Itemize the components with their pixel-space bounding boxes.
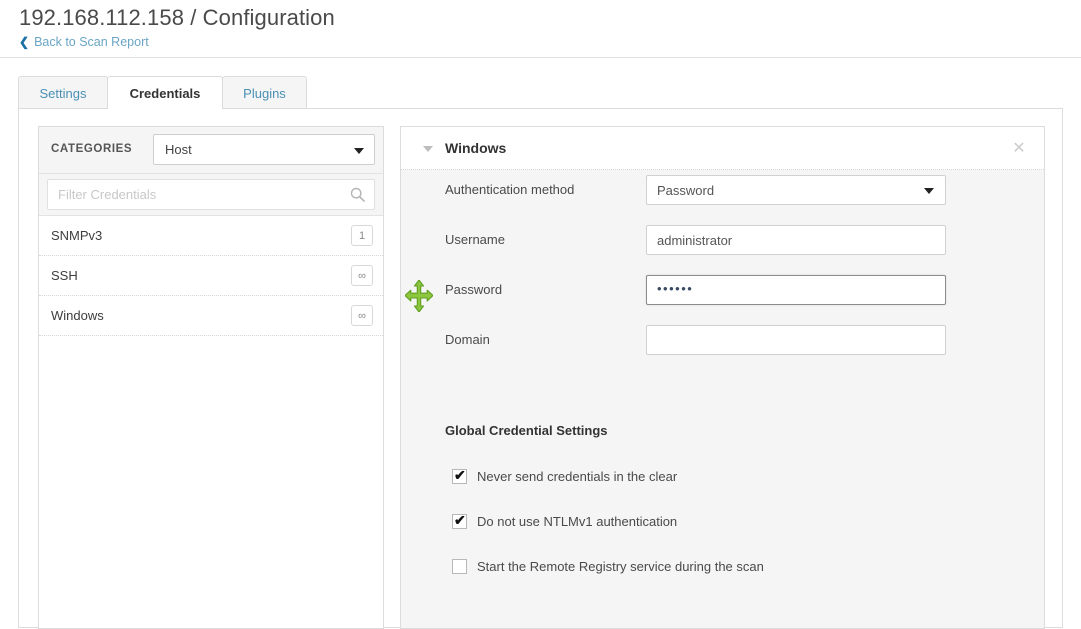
category-select[interactable]: Host (153, 134, 375, 165)
start-remote-registry-label[interactable]: Start the Remote Registry service during… (477, 559, 764, 574)
filter-credentials-row (39, 174, 383, 216)
chevron-down-icon (354, 148, 364, 154)
never-send-credentials-checkbox[interactable]: ✔ (452, 467, 467, 484)
checkbox-row: ✔ Do not use NTLMv1 authentication (401, 512, 1044, 534)
panel-title: Windows (445, 140, 507, 156)
list-item[interactable]: Windows ∞ (39, 296, 383, 336)
credential-count-badge: ∞ (351, 265, 373, 286)
password-label: Password (445, 282, 503, 297)
page-header: 192.168.112.158 / Configuration ❮ Back t… (0, 0, 1081, 58)
password-row: Password •••••• (401, 275, 1044, 305)
chevron-left-icon: ❮ (19, 35, 30, 49)
authentication-method-label: Authentication method (445, 182, 575, 197)
windows-credential-panel: Windows ✕ Authentication method Password… (400, 126, 1045, 629)
checkbox-row: ✔ Never send credentials in the clear (401, 467, 1044, 489)
categories-header: CATEGORIES Host (39, 127, 383, 174)
list-item[interactable]: SNMPv3 1 (39, 216, 383, 256)
tab-settings[interactable]: Settings (18, 76, 108, 109)
tab-bar: Settings Credentials Plugins (0, 58, 1081, 109)
configuration-content-panel: CATEGORIES Host SNMPv3 1 SSH ∞ Windows ∞ (18, 108, 1063, 629)
authentication-method-select[interactable]: Password (646, 175, 946, 205)
domain-label: Domain (445, 332, 490, 347)
tab-credentials[interactable]: Credentials (107, 76, 223, 109)
username-input[interactable]: administrator (646, 225, 946, 255)
password-input[interactable]: •••••• (646, 275, 946, 305)
password-value: •••••• (657, 281, 694, 296)
list-item[interactable]: SSH ∞ (39, 256, 383, 296)
filter-credentials-input[interactable] (47, 179, 375, 210)
credential-name: SSH (51, 268, 78, 283)
credential-count-badge: 1 (351, 225, 373, 246)
credential-count-badge: ∞ (351, 305, 373, 326)
panel-header: Windows ✕ (401, 127, 1044, 170)
credentials-sidebar: CATEGORIES Host SNMPv3 1 SSH ∞ Windows ∞ (38, 126, 384, 629)
no-ntlmv1-label[interactable]: Do not use NTLMv1 authentication (477, 514, 677, 529)
username-label: Username (445, 232, 505, 247)
check-icon: ✔ (454, 467, 466, 483)
checkbox-row: Start the Remote Registry service during… (401, 557, 1044, 579)
categories-label: CATEGORIES (51, 143, 133, 155)
credential-name: Windows (51, 308, 104, 323)
page-title: 192.168.112.158 / Configuration (19, 5, 335, 30)
back-link-label: Back to Scan Report (34, 35, 149, 49)
username-value: administrator (657, 233, 733, 248)
back-to-scan-report-link[interactable]: ❮ Back to Scan Report (19, 35, 149, 49)
domain-input[interactable] (646, 325, 946, 355)
domain-row: Domain (401, 325, 1044, 355)
global-credential-settings-heading: Global Credential Settings (445, 423, 608, 438)
close-icon[interactable]: ✕ (1009, 138, 1029, 158)
no-ntlmv1-checkbox[interactable]: ✔ (452, 512, 467, 529)
chevron-down-icon (924, 188, 934, 194)
start-remote-registry-checkbox[interactable] (452, 559, 467, 574)
check-icon: ✔ (454, 512, 466, 528)
category-select-value: Host (165, 142, 192, 157)
authentication-method-value: Password (657, 183, 715, 198)
username-row: Username administrator (401, 225, 1044, 255)
never-send-credentials-label[interactable]: Never send credentials in the clear (477, 469, 677, 484)
credential-name: SNMPv3 (51, 228, 103, 243)
triangle-down-icon[interactable] (423, 146, 433, 152)
authentication-method-row: Authentication method Password (401, 175, 1044, 205)
tab-plugins[interactable]: Plugins (222, 76, 307, 109)
